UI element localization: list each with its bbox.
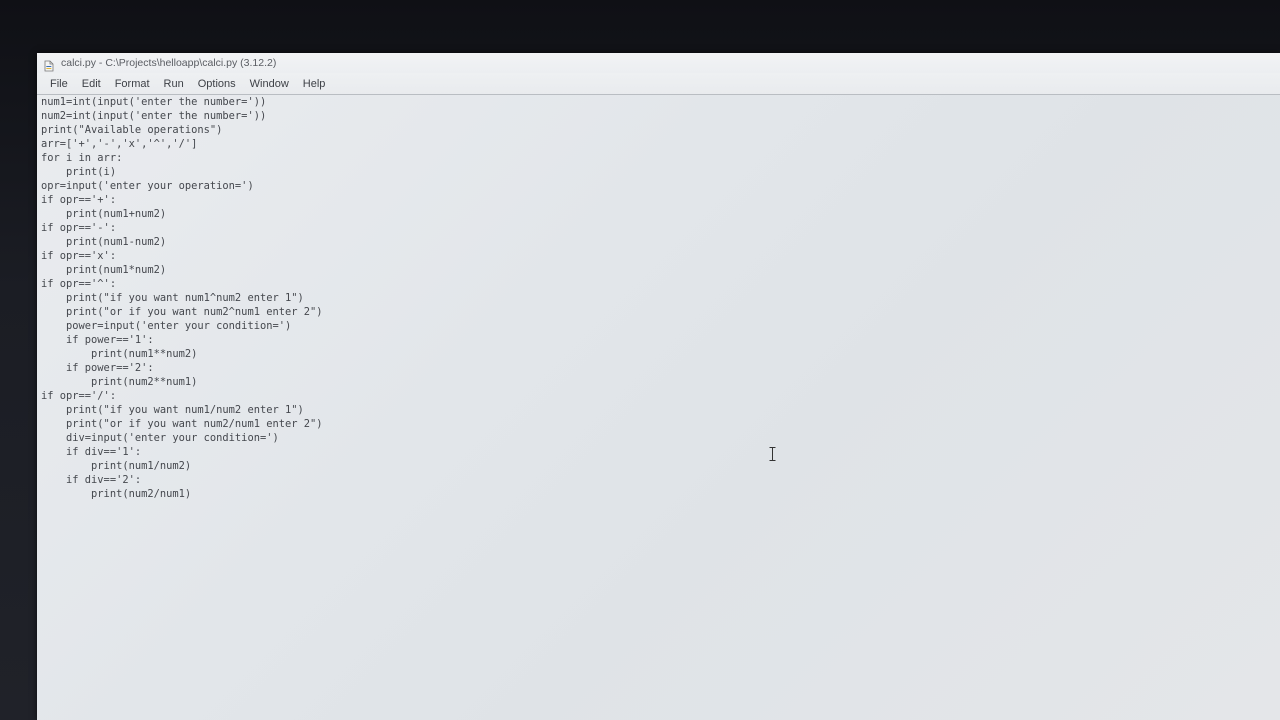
code-line: num2=int(input('enter the number=')) [41, 110, 267, 122]
code-line: print(num2/num1) [41, 488, 192, 500]
code-line: print("or if you want num2/num1 enter 2"… [41, 418, 323, 430]
code-line: print(num1-num2) [41, 236, 167, 248]
code-line: if opr=='/': [41, 390, 117, 402]
text-cursor-icon [769, 446, 776, 461]
code-line: print(num1*num2) [41, 264, 167, 276]
code-line: if div=='1': [41, 446, 142, 458]
code-line: print(i) [41, 166, 117, 178]
code-line: num1=int(input('enter the number=')) [41, 96, 267, 108]
code-line: print(num1+num2) [41, 208, 167, 220]
code-line: print(num1**num2) [41, 348, 198, 360]
code-line: print(num2**num1) [41, 376, 198, 388]
code-line: if opr=='x': [41, 250, 117, 262]
menu-options[interactable]: Options [191, 73, 243, 95]
code-line: print("or if you want num2^num1 enter 2"… [41, 306, 323, 318]
code-line: print(num1/num2) [41, 460, 192, 472]
code-text-area[interactable]: num1=int(input('enter the number=')) num2… [41, 95, 1280, 501]
menu-bar: File Edit Format Run Options Window Help [37, 73, 1280, 95]
code-line: if power=='2': [41, 362, 154, 374]
menu-format[interactable]: Format [108, 73, 157, 95]
menu-edit[interactable]: Edit [75, 73, 108, 95]
window-title: calci.py - C:\Projects\helloapp\calci.py… [61, 57, 277, 69]
menu-window[interactable]: Window [243, 73, 296, 95]
python-idle-icon [43, 57, 55, 72]
code-line: if opr=='^': [41, 278, 117, 290]
code-line: arr=['+','-','x','^','/'] [41, 138, 198, 150]
menu-file[interactable]: File [43, 73, 75, 95]
code-line: div=input('enter your condition=') [41, 432, 279, 444]
code-line: for i in arr: [41, 152, 123, 164]
code-line: if opr=='-': [41, 222, 117, 234]
code-line: print("Available operations") [41, 124, 223, 136]
code-line: print("if you want num1^num2 enter 1") [41, 292, 304, 304]
code-editor[interactable]: num1=int(input('enter the number=')) num2… [41, 95, 1280, 720]
code-line: opr=input('enter your operation=') [41, 180, 254, 192]
code-line: if opr=='+': [41, 194, 117, 206]
monitor-photo-scene: calci.py - C:\Projects\helloapp\calci.py… [0, 0, 1280, 720]
code-line: if div=='2': [41, 474, 142, 486]
code-line: power=input('enter your condition=') [41, 320, 292, 332]
menu-help[interactable]: Help [296, 73, 333, 95]
code-line: print("if you want num1/num2 enter 1") [41, 404, 304, 416]
menu-run[interactable]: Run [157, 73, 191, 95]
title-bar[interactable]: calci.py - C:\Projects\helloapp\calci.py… [37, 53, 1280, 73]
idle-editor-window: calci.py - C:\Projects\helloapp\calci.py… [37, 53, 1280, 720]
code-line: if power=='1': [41, 334, 154, 346]
